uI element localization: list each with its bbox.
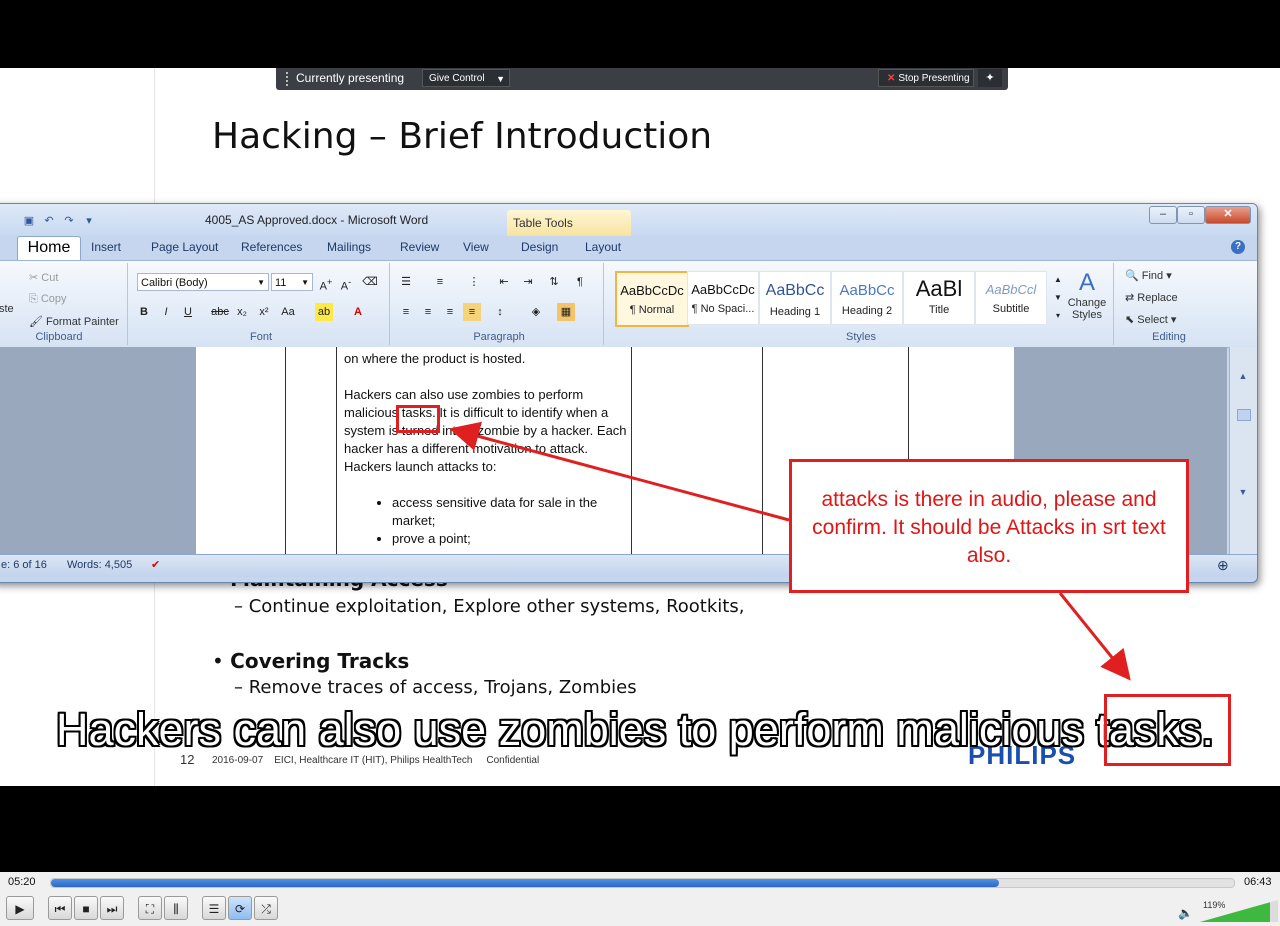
speaker-icon[interactable]: 🔈 <box>1178 906 1193 920</box>
seek-progress <box>51 879 999 887</box>
stop-icon[interactable]: ■ <box>74 896 98 920</box>
arrow-to-subtitle-word <box>1058 592 1131 681</box>
playlist-icon[interactable]: ☰ <box>202 896 226 920</box>
volume-slider[interactable] <box>1200 900 1278 922</box>
annotation-text: attacks is there in audio, please and co… <box>812 488 1166 567</box>
arrow-to-doc-word <box>449 421 790 522</box>
play-icon[interactable]: ▶ <box>6 896 34 920</box>
next-icon[interactable]: ⏭ <box>100 896 124 920</box>
loop-icon[interactable]: ⟳ <box>228 896 252 920</box>
highlight-box-doc <box>396 405 440 433</box>
shuffle-icon[interactable]: ⤮ <box>254 896 278 920</box>
previous-icon[interactable]: ⏮ <box>48 896 72 920</box>
highlight-box-subtitle <box>1104 694 1231 766</box>
extended-settings-icon[interactable]: ⫼ <box>164 896 188 920</box>
fullscreen-icon[interactable]: ⛶ <box>138 896 162 920</box>
total-time: 06:43 <box>1244 876 1272 888</box>
current-time: 05:20 <box>8 876 36 888</box>
annotation-callout: attacks is there in audio, please and co… <box>789 459 1189 593</box>
media-player-controls: 05:20 06:43 ▶ ⏮ ■ ⏭ ⛶ ⫼ ☰ ⟳ ⤮ 🔈 119% <box>0 872 1280 926</box>
seek-bar[interactable] <box>50 878 1235 888</box>
